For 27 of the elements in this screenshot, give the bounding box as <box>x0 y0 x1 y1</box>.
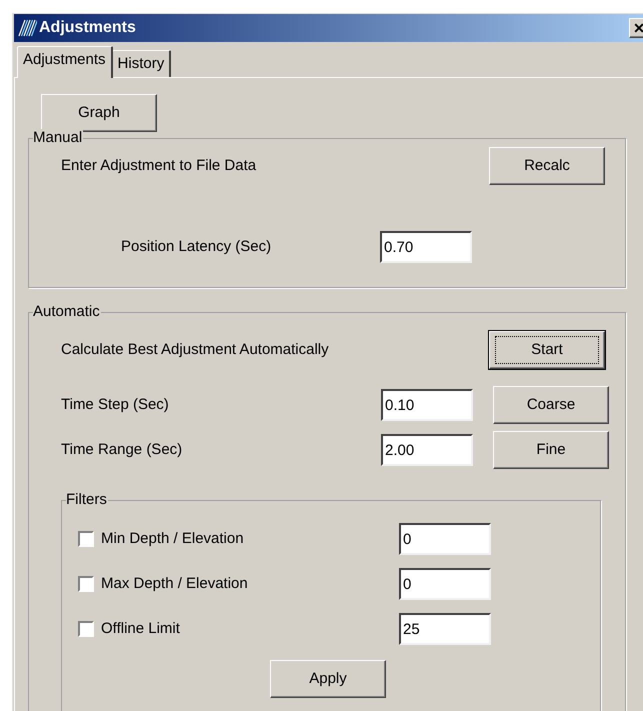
tab[interactable]: History <box>112 50 172 77</box>
checkbox[interactable] <box>78 621 94 637</box>
field-label: Time Range (Sec) <box>61 440 184 460</box>
checkbox-label: Offline Limit <box>101 618 181 639</box>
checkbox-label: Min Depth / Elevation <box>101 528 245 549</box>
mode-button[interactable]: Coarse <box>493 386 609 424</box>
checkbox-label: Max Depth / Elevation <box>101 574 249 594</box>
mode-button[interactable]: Fine <box>493 431 609 469</box>
start-button[interactable]: Start <box>489 331 605 369</box>
filter-input[interactable]: 0 <box>399 523 491 555</box>
latency-input[interactable]: 0.70 <box>380 231 472 263</box>
apply-button[interactable]: Apply <box>270 660 386 698</box>
checkbox[interactable] <box>78 576 94 592</box>
tab[interactable]: Adjustments <box>17 46 113 78</box>
window-title: Adjustments <box>39 18 136 38</box>
number-input[interactable]: 0.10 <box>381 389 473 421</box>
graph-button[interactable]: Graph <box>41 94 157 132</box>
recalc-button[interactable]: Recalc <box>489 147 605 185</box>
filter-input[interactable]: 0 <box>399 568 491 600</box>
field-label: Position Latency (Sec) <box>121 236 272 257</box>
instruction-text: Calculate Best Adjustment Automatically <box>61 340 329 360</box>
checkbox[interactable] <box>78 531 94 547</box>
filter-input[interactable]: 25 <box>399 613 491 645</box>
app-logo-icon <box>17 18 37 38</box>
number-input[interactable]: 2.00 <box>381 434 473 466</box>
field-label: Time Step (Sec) <box>61 394 170 415</box>
instruction-text: Enter Adjustment to File Data <box>61 156 256 176</box>
